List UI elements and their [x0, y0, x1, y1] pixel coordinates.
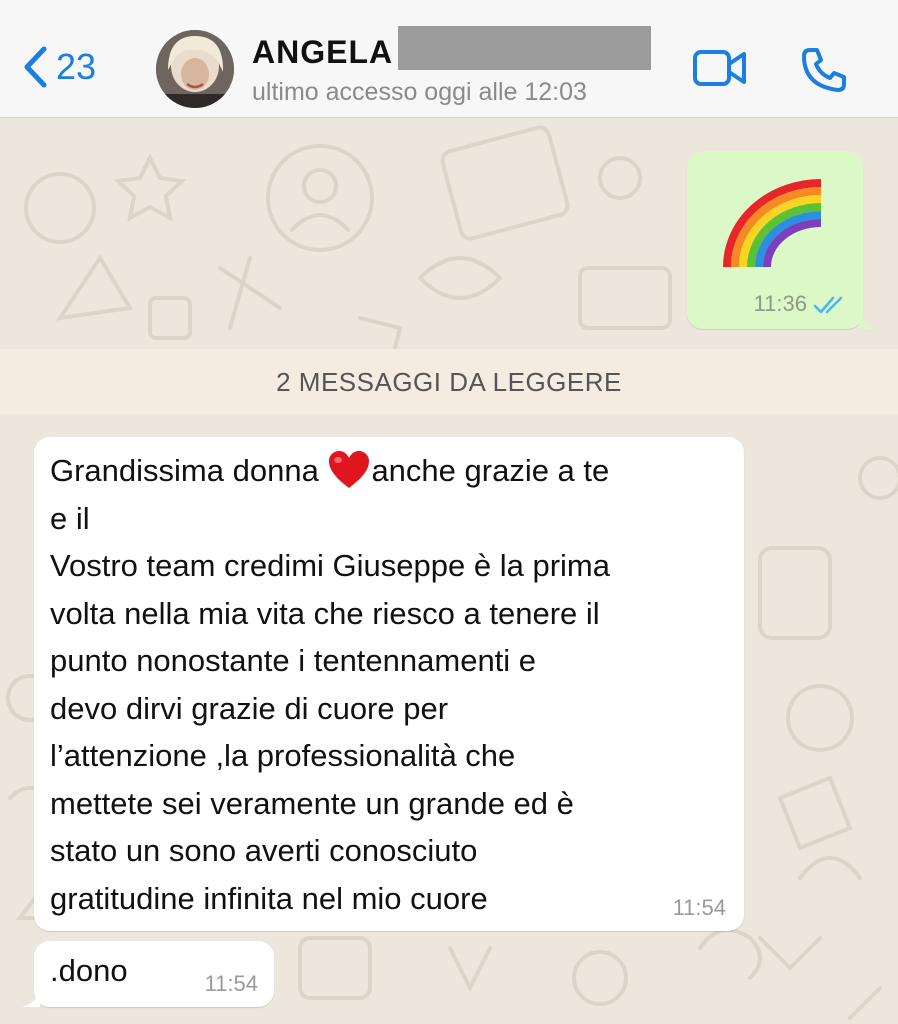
- message-text-part: Grandissima donna: [50, 453, 328, 488]
- message-text: Grandissima donna anche grazie a te e il…: [50, 447, 730, 922]
- avatar[interactable]: [156, 30, 234, 108]
- chat-header: 23 ANGELA ultimo accesso oggi alle 12:03: [0, 0, 898, 118]
- voice-call-button[interactable]: [800, 46, 848, 99]
- message-text: .dono: [50, 953, 128, 988]
- avatar-image: [156, 30, 234, 108]
- message-text-part: anche grazie a te e il Vostro team credi…: [50, 453, 610, 916]
- chevron-left-icon: [24, 46, 47, 88]
- video-call-icon: [693, 50, 746, 86]
- contact-name[interactable]: ANGELA: [252, 34, 393, 71]
- red-heart-emoji: [329, 450, 370, 488]
- rainbow-emoji: [723, 179, 822, 268]
- bubble-tail: [859, 309, 877, 329]
- message-time: 11:36: [753, 291, 807, 316]
- bubble-tail: [22, 987, 40, 1007]
- incoming-message-bubble[interactable]: .dono 11:54: [22, 941, 274, 1007]
- back-button[interactable]: 23: [22, 46, 96, 88]
- phone-icon: [802, 48, 846, 92]
- message-time: 11:54: [672, 895, 726, 920]
- outgoing-message-bubble[interactable]: 11:36: [687, 151, 877, 329]
- double-check-read-icon: [813, 296, 843, 314]
- unread-messages-banner: 2 MESSAGGI DA LEGGERE: [0, 349, 898, 415]
- redacted-surname-block: [398, 26, 651, 70]
- video-call-button[interactable]: [692, 48, 748, 93]
- unread-count: 23: [56, 46, 97, 87]
- last-seen-status: ultimo accesso oggi alle 12:03: [252, 78, 587, 106]
- incoming-message-bubble[interactable]: Grandissima donna anche grazie a te e il…: [34, 437, 744, 931]
- message-time: 11:54: [204, 971, 258, 996]
